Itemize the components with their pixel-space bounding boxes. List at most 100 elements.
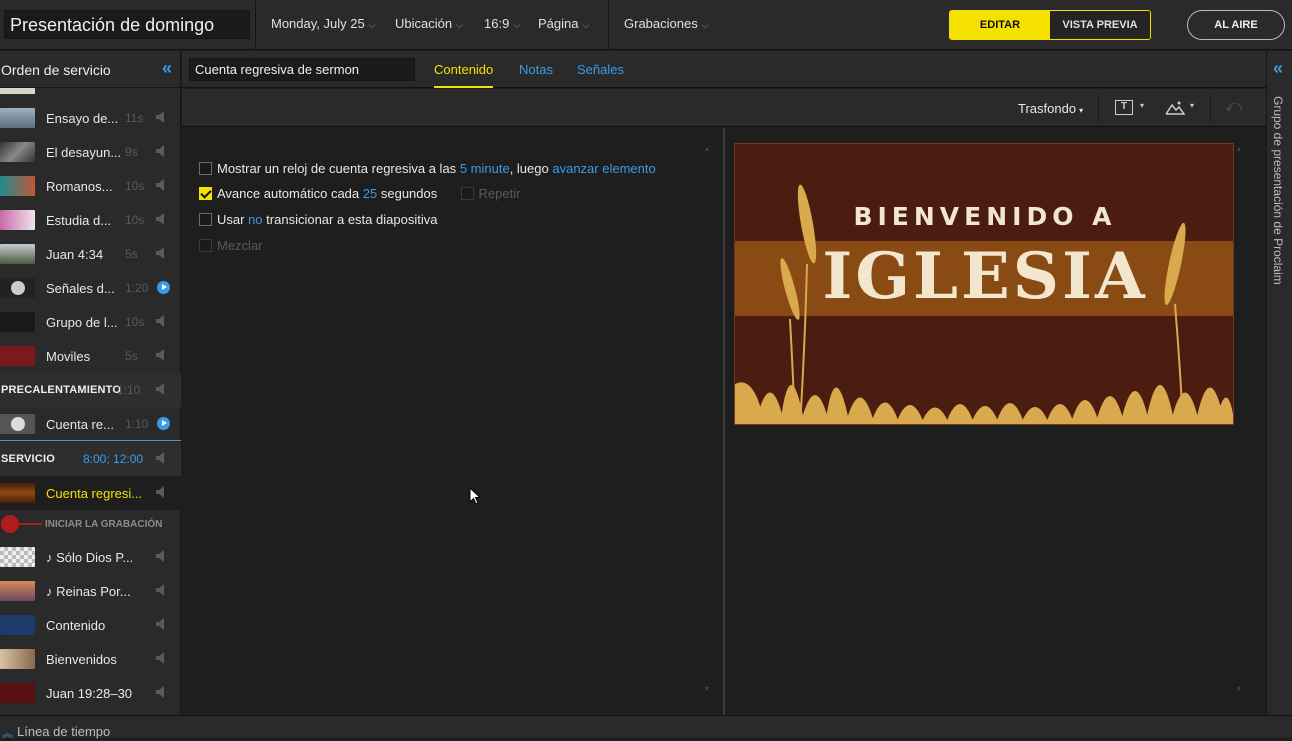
content-settings: Mostrar un reloj de cuenta regresiva a l…	[182, 128, 723, 715]
speaker-icon[interactable]	[156, 618, 165, 630]
trasfondo-dropdown[interactable]: Trasfondo ▾	[1018, 101, 1083, 116]
list-item[interactable]: Juan 4:34 5s	[0, 237, 181, 271]
tab-senales[interactable]: Señales	[577, 62, 624, 77]
auto-advance-option[interactable]: Avance automático cada 25 segundos Repet…	[199, 186, 520, 201]
aspect-dropdown[interactable]: 16:9 ⌵	[484, 16, 520, 31]
speaker-icon[interactable]	[156, 686, 165, 698]
transition-link[interactable]: no	[248, 212, 262, 227]
speaker-icon[interactable]	[156, 452, 165, 464]
play-icon[interactable]	[157, 417, 170, 430]
chevron-down-icon: ⌵	[701, 20, 709, 30]
item-name: Contenido	[46, 618, 106, 633]
shuffle-checkbox[interactable]	[199, 239, 212, 252]
speaker-icon[interactable]	[156, 247, 165, 259]
speaker-icon[interactable]	[156, 383, 165, 395]
image-icon[interactable]	[1165, 100, 1185, 115]
service-list[interactable]: Ensayo de... 11s El desayun... 9s Romano…	[0, 88, 181, 715]
list-item[interactable]: Juan 19:28–30	[0, 676, 181, 710]
list-item[interactable]: Estudia d... 10s	[0, 203, 181, 237]
advance-action-link[interactable]: avanzar elemento	[552, 161, 655, 176]
speaker-icon[interactable]	[156, 550, 165, 562]
list-item[interactable]: Moviles 5s	[0, 339, 181, 373]
list-item[interactable]: Cuenta re... 1:10	[0, 407, 181, 441]
list-item[interactable]: Contenido	[0, 608, 181, 642]
play-icon[interactable]	[157, 281, 170, 294]
seconds-link[interactable]: 25	[363, 186, 377, 201]
item-name: Cuenta regresi...	[46, 486, 143, 501]
microphone-icon	[1, 515, 19, 533]
thumbnail	[0, 547, 35, 567]
countdown-option[interactable]: Mostrar un reloj de cuenta regresiva a l…	[199, 161, 656, 176]
presentation-group-label[interactable]: Grupo de presentación de Proclaim	[1271, 96, 1285, 285]
countdown-time-link[interactable]: 5 minute	[460, 161, 510, 176]
item-name-input[interactable]	[189, 58, 415, 81]
list-item[interactable]: ♪ Reinas Por...	[0, 574, 181, 608]
transition-checkbox[interactable]	[199, 213, 212, 226]
list-item[interactable]: Señales d... 1:20	[0, 271, 181, 305]
countdown-checkbox[interactable]	[199, 162, 212, 175]
tab-notas[interactable]: Notas	[519, 62, 553, 77]
tab-contenido[interactable]: Contenido	[434, 62, 494, 88]
slide-line-2: IGLESIA	[822, 239, 1148, 314]
list-item-selected[interactable]: Cuenta regresi...	[0, 476, 181, 510]
scroll-up-icon[interactable]: ▴	[705, 144, 709, 153]
editar-button[interactable]: EDITAR	[950, 11, 1050, 39]
item-name: Moviles	[46, 349, 91, 364]
chevron-up-icon[interactable]: ︽	[2, 725, 13, 741]
speaker-icon[interactable]	[156, 486, 165, 498]
repeat-checkbox[interactable]	[460, 187, 474, 200]
recording-marker[interactable]: INICIAR LA GRABACIÓN	[0, 508, 181, 540]
section-precalentamiento[interactable]: PRECALENTAMIENTO 1:10	[0, 373, 181, 407]
scroll-down-icon[interactable]: ▾	[705, 684, 709, 693]
ubicacion-dropdown[interactable]: Ubicación ⌵	[395, 16, 463, 31]
caret-down-icon: ▾	[1079, 106, 1084, 115]
list-item[interactable]: Grupo de l... 10s	[0, 305, 181, 339]
grabaciones-dropdown[interactable]: Grabaciones ⌵	[624, 16, 709, 31]
slide-preview-pane: BIENVENIDO A IGLESIA ▴ ▾	[725, 128, 1266, 715]
list-item[interactable]: El desayun... 9s	[0, 135, 181, 169]
auto-advance-checkbox[interactable]	[199, 187, 212, 200]
collapse-left-icon[interactable]: «	[162, 58, 172, 79]
item-name: Estudia d...	[46, 213, 112, 228]
speaker-icon[interactable]	[156, 111, 165, 123]
speaker-icon[interactable]	[156, 315, 165, 327]
speaker-icon[interactable]	[156, 213, 165, 225]
speaker-icon[interactable]	[156, 584, 165, 596]
caret-down-icon[interactable]: ▾	[1140, 101, 1144, 110]
service-order-sidebar: Orden de servicio « Ensayo de... 11s El …	[0, 51, 181, 715]
timeline-bar[interactable]: ︽ Línea de tiempo	[0, 715, 1292, 741]
expand-left-icon[interactable]: «	[1273, 58, 1283, 79]
option-text: transicionar a esta diapositiva	[266, 212, 438, 227]
section-times[interactable]: 8:00; 12:00	[83, 452, 143, 466]
date-dropdown[interactable]: Monday, July 25 ⌵	[271, 16, 376, 31]
undo-icon[interactable]: ⤺	[1225, 98, 1242, 116]
list-item[interactable]: Romanos... 10s	[0, 169, 181, 203]
caret-down-icon[interactable]: ▾	[1190, 101, 1194, 110]
shuffle-option[interactable]: Mezclar	[199, 238, 263, 253]
list-item[interactable]: ♪ Sólo Dios P...	[0, 540, 181, 574]
list-item[interactable]: Bienvenidos	[0, 642, 181, 676]
speaker-icon[interactable]	[156, 145, 165, 157]
list-item[interactable]: Ensayo de... 11s	[0, 101, 181, 135]
transition-option[interactable]: Usar no transicionar a esta diapositiva	[199, 212, 437, 227]
mode-toggle: EDITAR VISTA PREVIA	[949, 10, 1151, 40]
scroll-down-icon[interactable]: ▾	[1237, 684, 1241, 693]
item-name: ♪ Sólo Dios P...	[46, 550, 133, 565]
pagina-dropdown[interactable]: Página ⌵	[538, 16, 589, 31]
thumbnail	[0, 483, 35, 503]
scroll-up-icon[interactable]: ▴	[1237, 144, 1241, 153]
speaker-icon[interactable]	[156, 652, 165, 664]
al-aire-button[interactable]: AL AIRE	[1187, 10, 1285, 40]
play-icon	[11, 281, 25, 295]
speaker-icon[interactable]	[156, 179, 165, 191]
section-servicio[interactable]: SERVICIO 8:00; 12:00	[0, 442, 181, 476]
slide-preview[interactable]: BIENVENIDO A IGLESIA	[734, 143, 1234, 425]
presentation-title[interactable]: Presentación de domingo	[4, 10, 250, 39]
vista-previa-button[interactable]: VISTA PREVIA	[1050, 11, 1150, 39]
text-box-icon[interactable]: T	[1115, 100, 1133, 115]
speaker-icon[interactable]	[156, 349, 165, 361]
item-name: Juan 4:34	[46, 247, 104, 262]
section-label: SERVICIO	[1, 453, 55, 465]
divider	[255, 0, 256, 50]
thumbnail	[0, 683, 35, 703]
